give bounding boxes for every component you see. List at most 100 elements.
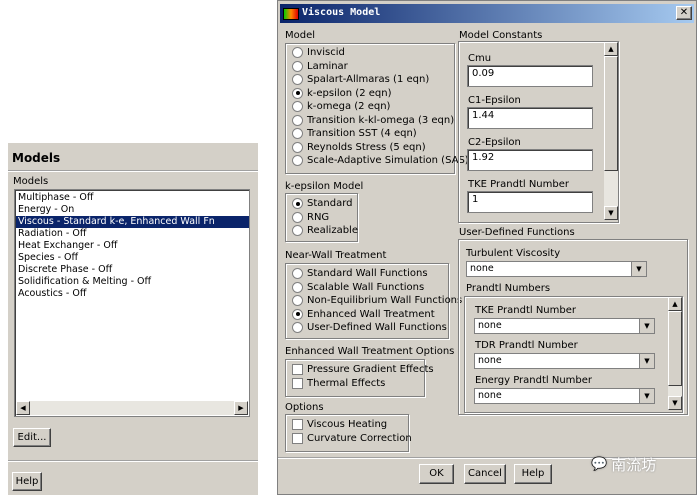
dropdown-value: none bbox=[478, 320, 502, 331]
checkbox-label: Viscous Heating bbox=[307, 419, 388, 430]
radio-label: Transition k-kl-omega (3 eqn) bbox=[307, 114, 455, 126]
scroll-down-button[interactable]: ▼ bbox=[668, 396, 682, 410]
edit-button[interactable]: Edit... bbox=[13, 428, 51, 447]
list-item[interactable]: Multiphase - Off bbox=[16, 192, 249, 204]
prandtl-numbers-label: Prandtl Numbers bbox=[466, 283, 551, 294]
radio-model[interactable]: Laminar bbox=[292, 60, 348, 72]
list-item[interactable]: Acoustics - Off bbox=[16, 288, 249, 300]
dropdown-value: none bbox=[478, 355, 502, 366]
constant-input[interactable]: 1.44 bbox=[467, 107, 593, 129]
prandtl-numbers-group: TKE Prandtl Number none ▼ TDR Prandtl Numbe… bbox=[464, 296, 683, 413]
models-list-label: Models bbox=[13, 176, 49, 187]
list-item[interactable]: Species - Off bbox=[16, 252, 249, 264]
models-list[interactable]: Multiphase - Off Energy - On Viscous - Sta… bbox=[14, 189, 250, 417]
radio-near-wall[interactable]: User-Defined Wall Functions bbox=[292, 322, 447, 333]
scroll-up-button[interactable]: ▲ bbox=[604, 42, 618, 56]
ewt-options-group: Pressure Gradient Effects Thermal Effects bbox=[285, 359, 434, 397]
radio-model[interactable]: k-omega (2 eqn) bbox=[292, 101, 390, 112]
prandtl-label: TKE Prandtl Number bbox=[475, 305, 576, 316]
prandtl-dropdown[interactable]: none ▼ bbox=[474, 388, 655, 404]
scroll-thumb[interactable] bbox=[668, 311, 682, 386]
udf-group: Turbulent Viscosity none ▼ Prandtl Number… bbox=[458, 239, 688, 415]
radio-button-icon bbox=[292, 47, 303, 58]
constant-input[interactable]: 1.92 bbox=[467, 149, 593, 171]
checkbox-label: Curvature Correction bbox=[307, 433, 412, 444]
radio-button-icon bbox=[292, 128, 303, 139]
radio-button-icon bbox=[292, 101, 303, 112]
scroll-left-button[interactable]: ◀ bbox=[16, 401, 30, 415]
udf-label: User-Defined Functions bbox=[459, 227, 575, 238]
radio-button-icon bbox=[292, 211, 303, 223]
radio-model[interactable]: k-epsilon (2 eqn) bbox=[292, 87, 391, 99]
close-icon[interactable]: ✕ bbox=[676, 6, 692, 20]
constants-scrollbar[interactable]: ▲ ▼ bbox=[604, 42, 618, 220]
prandtl-label: TDR Prandtl Number bbox=[475, 340, 578, 351]
radio-label: k-omega (2 eqn) bbox=[307, 101, 391, 112]
checkbox-icon bbox=[292, 378, 303, 389]
help-button[interactable]: Help bbox=[514, 464, 552, 484]
radio-model[interactable]: Transition k-kl-omega (3 eqn) bbox=[292, 114, 455, 126]
radio-near-wall[interactable]: Scalable Wall Functions bbox=[292, 281, 424, 293]
radio-near-wall[interactable]: Enhanced Wall Treatment bbox=[292, 308, 435, 320]
scroll-up-button[interactable]: ▲ bbox=[668, 297, 682, 311]
checkbox-label: Pressure Gradient Effects bbox=[307, 364, 434, 375]
radio-button-icon bbox=[292, 198, 303, 209]
radio-label: Standard Wall Functions bbox=[307, 268, 428, 279]
constant-input[interactable]: 0.09 bbox=[467, 65, 593, 87]
checkbox-ewt-options[interactable]: Pressure Gradient Effects bbox=[292, 364, 434, 375]
dialog-title: Viscous Model bbox=[302, 7, 381, 18]
chevron-down-icon: ▼ bbox=[631, 262, 646, 276]
radio-model[interactable]: Scale-Adaptive Simulation (SAS) bbox=[292, 155, 469, 166]
radio-ke-model[interactable]: RNG bbox=[292, 211, 329, 223]
radio-button-icon bbox=[292, 225, 303, 236]
checkbox-icon bbox=[292, 419, 303, 430]
list-item[interactable]: Radiation - Off bbox=[16, 228, 249, 240]
checkbox-options[interactable]: Viscous Heating bbox=[292, 419, 387, 430]
scroll-right-button[interactable]: ▶ bbox=[234, 401, 248, 415]
radio-label: Spalart-Allmaras (1 eqn) bbox=[307, 74, 430, 85]
ok-button[interactable]: OK bbox=[419, 464, 454, 484]
checkbox-options[interactable]: Curvature Correction bbox=[292, 433, 412, 444]
radio-label: Inviscid bbox=[307, 47, 345, 58]
viscous-model-dialog: Viscous Model ✕ Model Inviscid Laminar Spa… bbox=[277, 0, 697, 495]
chevron-down-icon: ▼ bbox=[639, 389, 654, 403]
radio-label: Enhanced Wall Treatment bbox=[307, 308, 435, 320]
radio-near-wall[interactable]: Non-Equilibrium Wall Functions bbox=[292, 295, 462, 306]
radio-near-wall[interactable]: Standard Wall Functions bbox=[292, 268, 428, 279]
turbulent-viscosity-dropdown[interactable]: none ▼ bbox=[466, 261, 647, 277]
cancel-button[interactable]: Cancel bbox=[464, 464, 506, 484]
model-constants-group: Cmu 0.09 C1-Epsilon 1.44 C2-Epsilon 1.92 TKE P… bbox=[458, 41, 619, 223]
radio-label: Standard bbox=[307, 198, 353, 209]
scroll-thumb[interactable] bbox=[604, 56, 618, 171]
radio-model[interactable]: Transition SST (4 eqn) bbox=[292, 128, 417, 139]
checkbox-icon bbox=[292, 433, 303, 444]
radio-model[interactable]: Spalart-Allmaras (1 eqn) bbox=[292, 74, 429, 85]
radio-label: Transition SST (4 eqn) bbox=[307, 128, 417, 139]
radio-button-icon bbox=[292, 268, 303, 279]
prandtl-dropdown[interactable]: none ▼ bbox=[474, 353, 655, 369]
list-item[interactable]: Solidification & Melting - Off bbox=[16, 276, 249, 288]
radio-model[interactable]: Reynolds Stress (5 eqn) bbox=[292, 141, 426, 153]
chevron-down-icon: ▼ bbox=[639, 319, 654, 333]
options-label: Options bbox=[285, 402, 324, 413]
radio-button-icon bbox=[292, 308, 303, 320]
prandtl-scrollbar[interactable]: ▲ ▼ bbox=[668, 297, 682, 410]
prandtl-dropdown[interactable]: none ▼ bbox=[474, 318, 655, 334]
horizontal-scrollbar[interactable]: ◀ ▶ bbox=[16, 401, 248, 415]
list-item[interactable]: Heat Exchanger - Off bbox=[16, 240, 249, 252]
divider bbox=[8, 460, 258, 462]
near-wall-label: Near-Wall Treatment bbox=[285, 250, 387, 261]
list-item[interactable]: Discrete Phase - Off bbox=[16, 264, 249, 276]
list-item[interactable]: Viscous - Standard k-e, Enhanced Wall Fn bbox=[16, 216, 249, 228]
help-button[interactable]: Help bbox=[12, 472, 42, 491]
radio-ke-model[interactable]: Standard bbox=[292, 198, 353, 209]
radio-model[interactable]: Inviscid bbox=[292, 47, 345, 58]
scroll-down-button[interactable]: ▼ bbox=[604, 206, 618, 220]
constant-label: Cmu bbox=[468, 53, 492, 64]
checkbox-ewt-options[interactable]: Thermal Effects bbox=[292, 378, 385, 389]
radio-ke-model[interactable]: Realizable bbox=[292, 225, 358, 236]
dropdown-value: none bbox=[478, 390, 502, 401]
list-item[interactable]: Energy - On bbox=[16, 204, 249, 216]
constant-input[interactable]: 1 bbox=[467, 191, 593, 213]
radio-label: Reynolds Stress (5 eqn) bbox=[307, 141, 426, 153]
